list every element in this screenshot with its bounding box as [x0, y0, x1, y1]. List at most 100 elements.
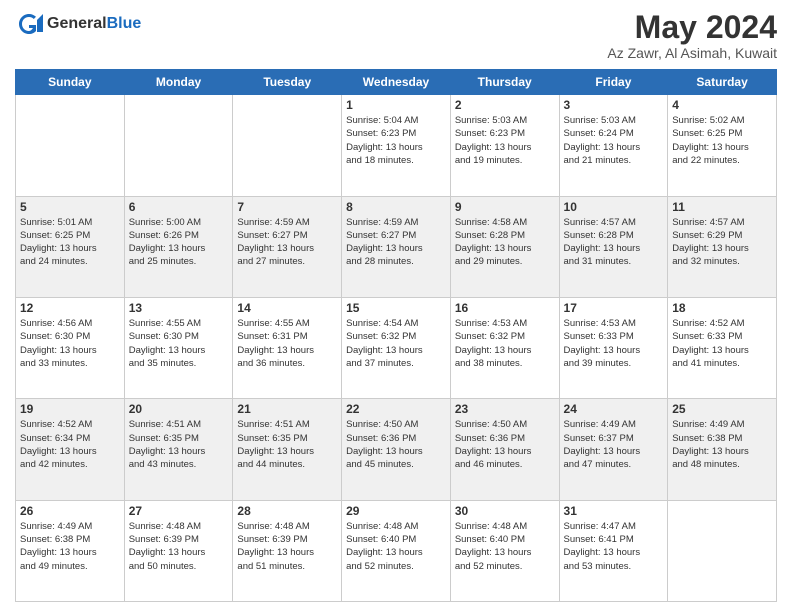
calendar-day-cell: 19Sunrise: 4:52 AM Sunset: 6:34 PM Dayli…: [16, 399, 125, 500]
day-number: 11: [672, 200, 772, 214]
calendar-day-cell: [668, 500, 777, 601]
calendar-day-cell: 6Sunrise: 5:00 AM Sunset: 6:26 PM Daylig…: [124, 196, 233, 297]
day-info: Sunrise: 4:50 AM Sunset: 6:36 PM Dayligh…: [346, 418, 446, 471]
calendar-day-cell: 31Sunrise: 4:47 AM Sunset: 6:41 PM Dayli…: [559, 500, 668, 601]
day-info: Sunrise: 4:50 AM Sunset: 6:36 PM Dayligh…: [455, 418, 555, 471]
calendar-day-cell: 3 Sunrise: 5:03 AM Sunset: 6:24 PM Daylig…: [559, 95, 668, 196]
calendar-day-cell: 1 Sunrise: 5:04 AM Sunset: 6:23 PM Daylig…: [342, 95, 451, 196]
day-info: Sunrise: 4:54 AM Sunset: 6:32 PM Dayligh…: [346, 317, 446, 370]
day-info: Sunrise: 4:48 AM Sunset: 6:40 PM Dayligh…: [455, 520, 555, 573]
calendar-day-cell: 29 Sunrise: 4:48 AM Sunset: 6:40 PM Dayli…: [342, 500, 451, 601]
day-info: Sunrise: 4:48 AM Sunset: 6:39 PM Dayligh…: [129, 520, 229, 573]
header-right: May 2024 Az Zawr, Al Asimah, Kuwait: [607, 10, 777, 61]
calendar-day-cell: 23Sunrise: 4:50 AM Sunset: 6:36 PM Dayli…: [450, 399, 559, 500]
day-number: 17: [564, 301, 664, 315]
calendar-day-cell: [233, 95, 342, 196]
logo-blue: Blue: [107, 15, 142, 33]
day-number: 12: [20, 301, 120, 315]
calendar-day-cell: 12 Sunrise: 4:56 AM Sunset: 6:30 PM Dayli…: [16, 297, 125, 398]
day-number: 14: [237, 301, 337, 315]
day-info: Sunrise: 4:49 AM Sunset: 6:37 PM Dayligh…: [564, 418, 664, 471]
calendar-table: Sunday Monday Tuesday Wednesday Thursday…: [15, 69, 777, 602]
calendar-day-cell: [16, 95, 125, 196]
day-info: Sunrise: 4:59 AM Sunset: 6:27 PM Dayligh…: [346, 216, 446, 269]
day-info: Sunrise: 4:48 AM Sunset: 6:40 PM Dayligh…: [346, 520, 446, 573]
header-monday: Monday: [124, 70, 233, 95]
calendar-day-cell: 28 Sunrise: 4:48 AM Sunset: 6:39 PM Dayli…: [233, 500, 342, 601]
day-number: 5: [20, 200, 120, 214]
logo: GeneralBlue: [15, 10, 141, 38]
header-saturday: Saturday: [668, 70, 777, 95]
day-number: 24: [564, 402, 664, 416]
calendar-day-cell: 9 Sunrise: 4:58 AM Sunset: 6:28 PM Daylig…: [450, 196, 559, 297]
calendar-week-row: 5 Sunrise: 5:01 AM Sunset: 6:25 PM Daylig…: [16, 196, 777, 297]
day-number: 25: [672, 402, 772, 416]
day-info: Sunrise: 4:51 AM Sunset: 6:35 PM Dayligh…: [129, 418, 229, 471]
day-info: Sunrise: 5:03 AM Sunset: 6:24 PM Dayligh…: [564, 114, 664, 167]
logo-icon: [15, 10, 43, 38]
day-number: 1: [346, 98, 446, 112]
day-info: Sunrise: 4:57 AM Sunset: 6:29 PM Dayligh…: [672, 216, 772, 269]
calendar-day-cell: 22Sunrise: 4:50 AM Sunset: 6:36 PM Dayli…: [342, 399, 451, 500]
page: GeneralBlue May 2024 Az Zawr, Al Asimah,…: [0, 0, 792, 612]
calendar-day-cell: 5 Sunrise: 5:01 AM Sunset: 6:25 PM Daylig…: [16, 196, 125, 297]
day-number: 6: [129, 200, 229, 214]
calendar-week-row: 1 Sunrise: 5:04 AM Sunset: 6:23 PM Daylig…: [16, 95, 777, 196]
calendar-day-cell: 17 Sunrise: 4:53 AM Sunset: 6:33 PM Dayli…: [559, 297, 668, 398]
day-number: 7: [237, 200, 337, 214]
calendar-day-cell: 27 Sunrise: 4:48 AM Sunset: 6:39 PM Dayli…: [124, 500, 233, 601]
calendar-week-row: 26 Sunrise: 4:49 AM Sunset: 6:38 PM Dayli…: [16, 500, 777, 601]
calendar-day-cell: 30 Sunrise: 4:48 AM Sunset: 6:40 PM Dayli…: [450, 500, 559, 601]
day-info: Sunrise: 4:59 AM Sunset: 6:27 PM Dayligh…: [237, 216, 337, 269]
day-info: Sunrise: 4:53 AM Sunset: 6:33 PM Dayligh…: [564, 317, 664, 370]
calendar-day-cell: 25 Sunrise: 4:49 AM Sunset: 6:38 PM Dayli…: [668, 399, 777, 500]
month-title: May 2024: [607, 10, 777, 45]
calendar-day-cell: 15 Sunrise: 4:54 AM Sunset: 6:32 PM Dayli…: [342, 297, 451, 398]
header-tuesday: Tuesday: [233, 70, 342, 95]
day-info: Sunrise: 4:47 AM Sunset: 6:41 PM Dayligh…: [564, 520, 664, 573]
day-number: 15: [346, 301, 446, 315]
day-number: 9: [455, 200, 555, 214]
day-number: 18: [672, 301, 772, 315]
day-number: 27: [129, 504, 229, 518]
day-number: 26: [20, 504, 120, 518]
header-wednesday: Wednesday: [342, 70, 451, 95]
calendar-day-cell: [124, 95, 233, 196]
calendar-day-cell: 8 Sunrise: 4:59 AM Sunset: 6:27 PM Daylig…: [342, 196, 451, 297]
header-sunday: Sunday: [16, 70, 125, 95]
day-number: 29: [346, 504, 446, 518]
calendar-day-cell: 10Sunrise: 4:57 AM Sunset: 6:28 PM Dayli…: [559, 196, 668, 297]
day-info: Sunrise: 4:53 AM Sunset: 6:32 PM Dayligh…: [455, 317, 555, 370]
day-info: Sunrise: 4:55 AM Sunset: 6:31 PM Dayligh…: [237, 317, 337, 370]
day-info: Sunrise: 4:48 AM Sunset: 6:39 PM Dayligh…: [237, 520, 337, 573]
day-number: 20: [129, 402, 229, 416]
location: Az Zawr, Al Asimah, Kuwait: [607, 45, 777, 61]
day-number: 28: [237, 504, 337, 518]
day-number: 3: [564, 98, 664, 112]
calendar-week-row: 12 Sunrise: 4:56 AM Sunset: 6:30 PM Dayli…: [16, 297, 777, 398]
calendar-day-cell: 13Sunrise: 4:55 AM Sunset: 6:30 PM Dayli…: [124, 297, 233, 398]
calendar-header-row: Sunday Monday Tuesday Wednesday Thursday…: [16, 70, 777, 95]
day-info: Sunrise: 5:04 AM Sunset: 6:23 PM Dayligh…: [346, 114, 446, 167]
day-info: Sunrise: 5:01 AM Sunset: 6:25 PM Dayligh…: [20, 216, 120, 269]
day-info: Sunrise: 4:56 AM Sunset: 6:30 PM Dayligh…: [20, 317, 120, 370]
day-number: 19: [20, 402, 120, 416]
logo-text: GeneralBlue: [47, 15, 141, 33]
calendar-day-cell: 7 Sunrise: 4:59 AM Sunset: 6:27 PM Daylig…: [233, 196, 342, 297]
calendar-day-cell: 26 Sunrise: 4:49 AM Sunset: 6:38 PM Dayli…: [16, 500, 125, 601]
day-info: Sunrise: 4:49 AM Sunset: 6:38 PM Dayligh…: [20, 520, 120, 573]
calendar-day-cell: 4Sunrise: 5:02 AM Sunset: 6:25 PM Daylig…: [668, 95, 777, 196]
day-number: 30: [455, 504, 555, 518]
calendar-day-cell: 24 Sunrise: 4:49 AM Sunset: 6:37 PM Dayli…: [559, 399, 668, 500]
day-info: Sunrise: 4:58 AM Sunset: 6:28 PM Dayligh…: [455, 216, 555, 269]
calendar-day-cell: 16 Sunrise: 4:53 AM Sunset: 6:32 PM Dayli…: [450, 297, 559, 398]
calendar-day-cell: 2Sunrise: 5:03 AM Sunset: 6:23 PM Daylig…: [450, 95, 559, 196]
day-info: Sunrise: 4:49 AM Sunset: 6:38 PM Dayligh…: [672, 418, 772, 471]
calendar-day-cell: 20 Sunrise: 4:51 AM Sunset: 6:35 PM Dayli…: [124, 399, 233, 500]
day-number: 8: [346, 200, 446, 214]
logo-general: General: [47, 15, 107, 33]
header: GeneralBlue May 2024 Az Zawr, Al Asimah,…: [15, 10, 777, 61]
day-number: 10: [564, 200, 664, 214]
day-number: 16: [455, 301, 555, 315]
day-info: Sunrise: 5:03 AM Sunset: 6:23 PM Dayligh…: [455, 114, 555, 167]
